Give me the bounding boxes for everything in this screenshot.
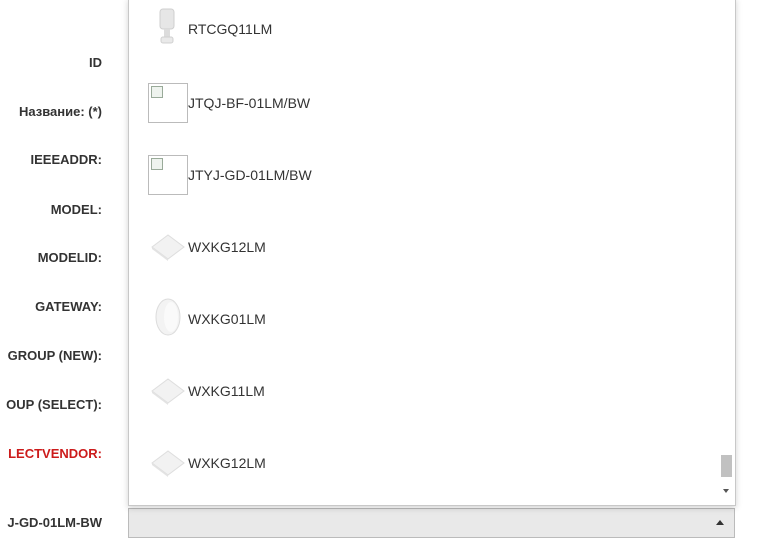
- label-selected-model: J-GD-01LM-BW: [7, 515, 102, 530]
- option-label: WXKG11LM: [188, 383, 265, 399]
- label-id: ID: [89, 55, 102, 70]
- option-label: WXKG12LM: [188, 455, 266, 471]
- scroll-down-arrow-icon[interactable]: [723, 489, 729, 493]
- option-label: JTYJ-GD-01LM/BW: [188, 167, 312, 183]
- dropdown-scrollbar[interactable]: [718, 0, 735, 505]
- label-selectvendor: LECTVENDOR:: [8, 446, 102, 461]
- square-button-icon: [151, 234, 185, 261]
- option-label: WXKG01LM: [188, 311, 266, 327]
- broken-image-icon: [148, 155, 188, 195]
- list-item[interactable]: WXKG11LM: [129, 355, 719, 427]
- option-label: WXKG12LM: [188, 239, 266, 255]
- round-button-icon: [155, 298, 181, 336]
- list-item[interactable]: JTYJ-GD-01LM/BW: [129, 139, 719, 211]
- list-item[interactable]: WXKG01LM: [129, 283, 719, 355]
- label-gateway: GATEWAY:: [35, 299, 102, 314]
- label-group-new: GROUP (NEW):: [7, 348, 102, 363]
- option-label: RTCGQ11LM: [188, 21, 273, 37]
- label-name: Название: (*): [18, 104, 102, 119]
- list-item[interactable]: JTQJ-BF-01LM/BW: [129, 67, 719, 139]
- list-item[interactable]: RTCGQ11LM: [129, 0, 719, 65]
- label-modelid: MODELID:: [37, 250, 102, 265]
- label-model: MODEL:: [50, 202, 102, 217]
- option-label: JTQJ-BF-01LM/BW: [188, 95, 311, 111]
- sensor-pole-icon: [159, 8, 175, 44]
- broken-image-icon: [148, 83, 188, 123]
- label-ieeeaddr: IEEEADDR:: [30, 152, 102, 167]
- list-item[interactable]: WXKG12LM: [129, 427, 719, 499]
- form-labels: ID Название: (*) IEEEADDR: MODEL: MODELI…: [0, 0, 110, 534]
- square-button-icon: [151, 450, 185, 477]
- chevron-up-icon: [716, 520, 724, 525]
- model-dropdown-list[interactable]: RTCGQ11LM JTQJ-BF-01LM/BW JTYJ-GD-01LM/B…: [128, 0, 736, 506]
- label-group-select: OUP (SELECT):: [6, 397, 102, 412]
- scrollbar-thumb[interactable]: [721, 455, 732, 477]
- list-item[interactable]: WXKG12LM: [129, 211, 719, 283]
- square-button-icon: [151, 378, 185, 405]
